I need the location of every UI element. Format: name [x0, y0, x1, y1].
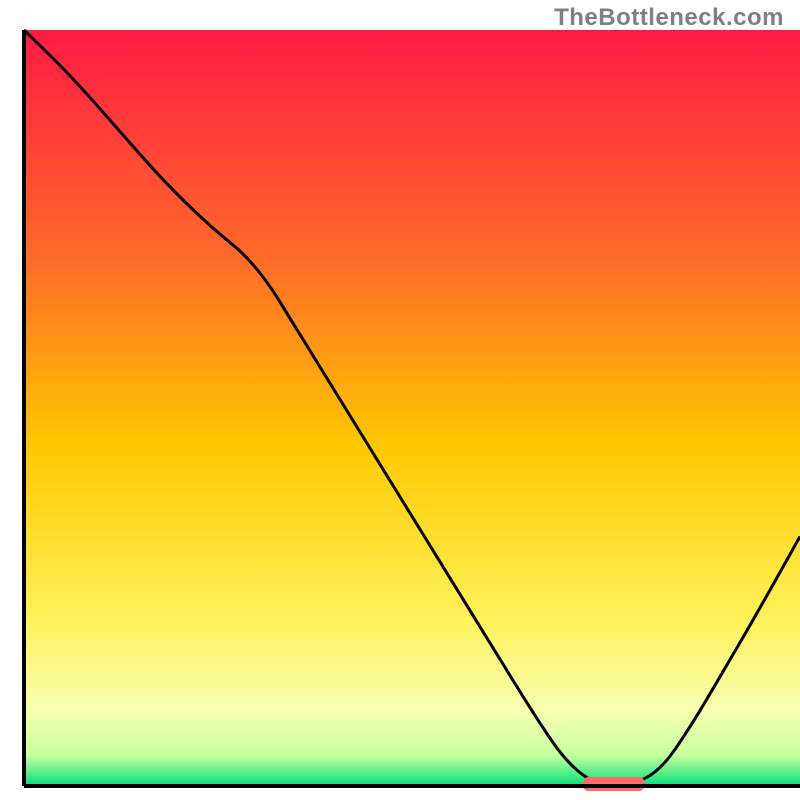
gradient-background — [24, 30, 800, 786]
chart-svg — [0, 0, 800, 800]
plot-area — [24, 30, 800, 791]
bottleneck-chart: TheBottleneck.com — [0, 0, 800, 800]
watermark-text: TheBottleneck.com — [554, 4, 784, 32]
